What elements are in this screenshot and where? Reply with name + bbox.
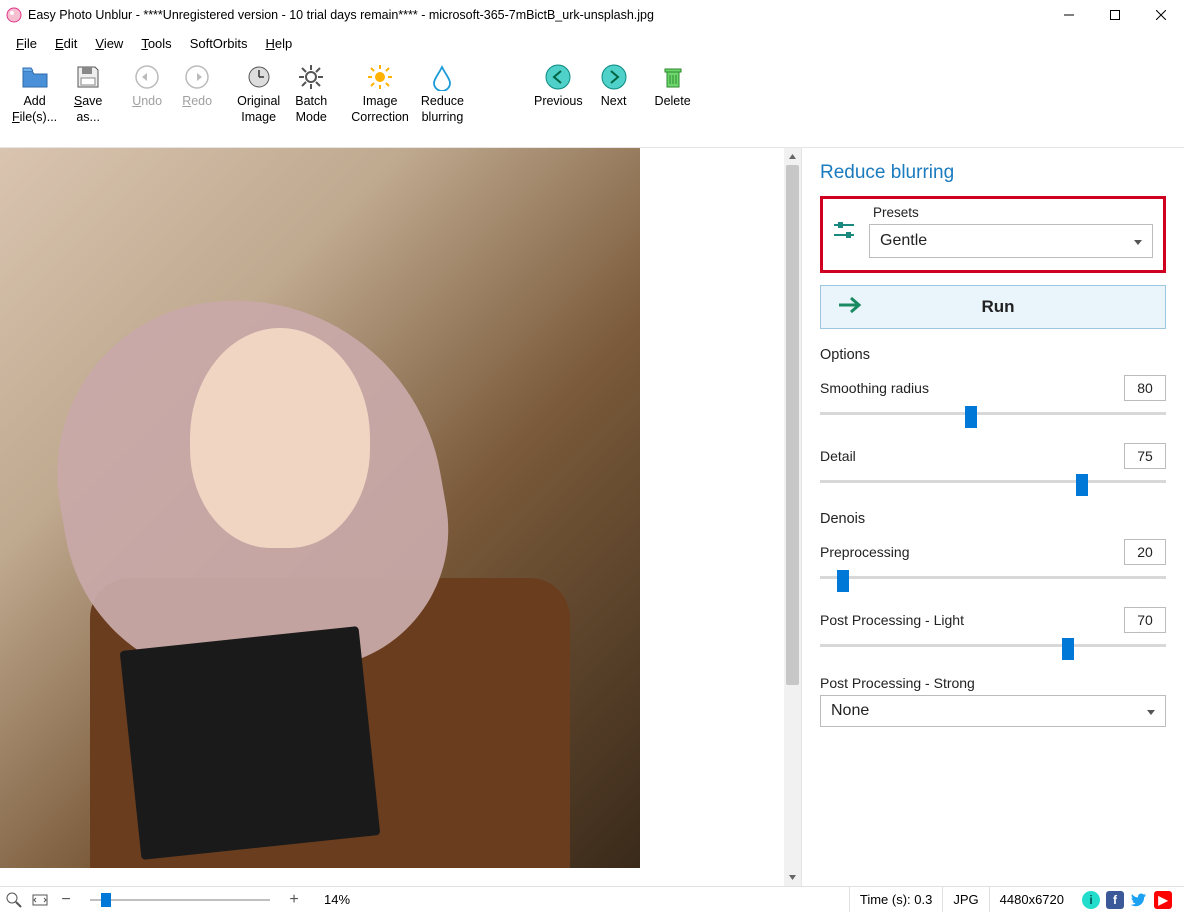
detail-label: Detail	[820, 448, 856, 464]
minimize-button[interactable]	[1046, 0, 1092, 30]
post-light-slider[interactable]	[820, 639, 1166, 653]
scroll-thumb[interactable]	[786, 165, 799, 685]
run-arrow-icon	[837, 295, 865, 320]
menu-view[interactable]: View	[87, 34, 131, 53]
chevron-down-icon	[1134, 232, 1142, 250]
run-label: Run	[883, 297, 1149, 317]
preprocessing-value[interactable]: 20	[1124, 539, 1166, 565]
status-time: Time (s): 0.3	[849, 887, 942, 912]
toolbar: AddFile(s)... Saveas... Undo Redo Origin…	[0, 56, 1184, 148]
original-image-button[interactable]: OriginalImage	[231, 60, 286, 127]
add-files-button[interactable]: AddFile(s)...	[6, 60, 63, 127]
post-processing-strong-option: Post Processing - Strong None	[820, 675, 1166, 727]
status-dimensions: 4480x6720	[989, 887, 1074, 912]
maximize-button[interactable]	[1092, 0, 1138, 30]
post-strong-value: None	[831, 702, 869, 720]
zoom-percent: 14%	[324, 892, 350, 907]
denoise-heading: Denois	[820, 511, 1166, 527]
image-canvas[interactable]	[0, 148, 640, 868]
zoom-slider[interactable]	[90, 892, 270, 908]
smoothing-slider[interactable]	[820, 407, 1166, 421]
folder-open-icon	[21, 62, 49, 92]
preprocessing-label: Preprocessing	[820, 544, 910, 560]
panel-title: Reduce blurring	[820, 162, 1166, 184]
image-correction-button[interactable]: ImageCorrection	[345, 60, 415, 127]
brightness-icon	[366, 62, 394, 92]
vertical-scrollbar[interactable]	[784, 148, 801, 886]
post-processing-light-option: Post Processing - Light 70	[820, 607, 1166, 653]
chevron-down-icon	[1147, 702, 1155, 720]
twitter-icon[interactable]	[1130, 891, 1148, 909]
presets-highlight-box: Presets Gentle	[820, 196, 1166, 273]
window-title: Easy Photo Unblur - ****Unregistered ver…	[28, 8, 1046, 22]
right-panel: Reduce blurring Presets Gentle Run Optio…	[802, 148, 1184, 886]
zoom-out-icon[interactable]: −	[56, 890, 76, 910]
workspace: Reduce blurring Presets Gentle Run Optio…	[0, 148, 1184, 886]
youtube-icon[interactable]: ▶	[1154, 891, 1172, 909]
menubar: File Edit View Tools SoftOrbits Help	[0, 30, 1184, 56]
presets-label: Presets	[869, 205, 1153, 220]
undo-icon	[133, 62, 161, 92]
titlebar: Easy Photo Unblur - ****Unregistered ver…	[0, 0, 1184, 30]
post-strong-label: Post Processing - Strong	[820, 675, 1166, 691]
close-button[interactable]	[1138, 0, 1184, 30]
preprocessing-option: Preprocessing 20	[820, 539, 1166, 585]
presets-value: Gentle	[880, 232, 927, 250]
next-button[interactable]: Next	[589, 60, 639, 112]
save-icon	[74, 62, 102, 92]
facebook-icon[interactable]: f	[1106, 891, 1124, 909]
smoothing-label: Smoothing radius	[820, 380, 929, 396]
zoom-actual-icon[interactable]	[4, 890, 24, 910]
menu-file[interactable]: File	[8, 34, 45, 53]
smoothing-value[interactable]: 80	[1124, 375, 1166, 401]
detail-value[interactable]: 75	[1124, 443, 1166, 469]
detail-slider[interactable]	[820, 475, 1166, 489]
preprocessing-slider[interactable]	[820, 571, 1166, 585]
options-heading: Options	[820, 347, 1166, 363]
statusbar: − + 14% Time (s): 0.3 JPG 4480x6720 i f …	[0, 886, 1184, 912]
scroll-up-icon[interactable]	[784, 148, 801, 165]
canvas-area	[0, 148, 802, 886]
menu-help[interactable]: Help	[257, 34, 300, 53]
detail-option: Detail 75	[820, 443, 1166, 489]
previous-button[interactable]: Previous	[528, 60, 589, 112]
presets-select[interactable]: Gentle	[869, 224, 1153, 258]
window-controls	[1046, 0, 1184, 30]
gear-icon	[297, 62, 325, 92]
menu-softorbits[interactable]: SoftOrbits	[182, 34, 256, 53]
delete-button[interactable]: Delete	[648, 60, 698, 112]
arrow-left-circle-icon	[544, 62, 572, 92]
sliders-icon	[831, 217, 857, 246]
undo-button[interactable]: Undo	[122, 60, 172, 112]
save-as-button[interactable]: Saveas...	[63, 60, 113, 127]
app-icon	[6, 7, 22, 23]
status-format: JPG	[942, 887, 988, 912]
clock-icon	[245, 62, 273, 92]
redo-button[interactable]: Redo	[172, 60, 222, 112]
batch-mode-button[interactable]: BatchMode	[286, 60, 336, 127]
redo-icon	[183, 62, 211, 92]
trash-icon	[659, 62, 687, 92]
info-icon[interactable]: i	[1082, 891, 1100, 909]
run-button[interactable]: Run	[820, 285, 1166, 329]
scroll-down-icon[interactable]	[784, 869, 801, 886]
zoom-in-icon[interactable]: +	[284, 890, 304, 910]
post-light-value[interactable]: 70	[1124, 607, 1166, 633]
menu-edit[interactable]: Edit	[47, 34, 85, 53]
post-strong-select[interactable]: None	[820, 695, 1166, 727]
reduce-blurring-button[interactable]: Reduceblurring	[415, 60, 470, 127]
post-light-label: Post Processing - Light	[820, 612, 964, 628]
fit-to-screen-icon[interactable]	[30, 890, 50, 910]
arrow-right-circle-icon	[600, 62, 628, 92]
water-drop-icon	[428, 62, 456, 92]
menu-tools[interactable]: Tools	[133, 34, 179, 53]
smoothing-option: Smoothing radius 80	[820, 375, 1166, 421]
social-links: i f ▶	[1074, 891, 1180, 909]
